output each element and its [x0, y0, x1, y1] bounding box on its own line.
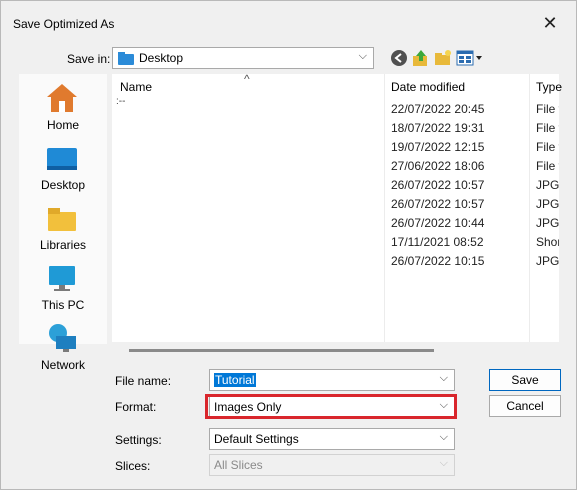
folder-desktop-icon — [118, 52, 134, 65]
format-label: Format: — [115, 400, 157, 414]
slices-dropdown: All Slices ⌵ — [209, 454, 455, 476]
table-row[interactable]: 17/11/2021 08:52Short — [112, 233, 559, 252]
back-icon[interactable] — [390, 49, 408, 67]
save-in-value: Desktop — [139, 51, 184, 65]
cancel-button[interactable]: Cancel — [489, 395, 561, 417]
places-bar: Home Desktop Libraries This PC Network — [19, 74, 107, 372]
sort-arrow-icon: ^ — [244, 72, 250, 86]
save-in-dropdown[interactable]: Desktop ⌵ — [112, 47, 374, 69]
new-folder-icon[interactable] — [434, 49, 452, 67]
title-bar: Save Optimized As ✕ — [1, 1, 576, 45]
column-header-type[interactable]: Type — [536, 80, 562, 94]
chevron-down-icon: ⌵ — [439, 431, 448, 443]
place-label: Libraries — [39, 238, 87, 252]
place-this-pc[interactable]: This PC — [19, 260, 107, 316]
save-in-label: Save in: — [67, 52, 111, 66]
horizontal-scrollbar[interactable] — [129, 349, 434, 352]
close-icon[interactable]: ✕ — [540, 13, 560, 33]
save-dialog: Save Optimized As ✕ Save in: Desktop ⌵ H… — [0, 0, 577, 490]
place-home[interactable]: Home — [19, 80, 107, 136]
table-row[interactable]: 26/07/2022 10:57JPG F — [112, 176, 559, 195]
slices-label: Slices: — [115, 459, 151, 473]
network-icon — [49, 324, 76, 352]
libraries-icon — [48, 208, 76, 231]
place-label: Home — [46, 118, 79, 132]
file-name-value: Tutorial — [214, 373, 256, 387]
table-row[interactable]: 18/07/2022 19:31File fo — [112, 119, 559, 138]
file-name-input[interactable]: Tutorial ⌵ — [209, 369, 455, 391]
desktop-icon — [47, 148, 77, 170]
place-libraries[interactable]: Libraries — [19, 200, 107, 256]
chevron-down-icon: ⌵ — [439, 457, 448, 469]
settings-label: Settings: — [115, 433, 162, 447]
settings-value: Default Settings — [214, 432, 299, 446]
file-list[interactable]: ^ Name Date modified Type :-- 22/07/2022… — [112, 72, 562, 342]
dialog-title: Save Optimized As — [13, 17, 115, 31]
place-label: This PC — [41, 298, 85, 312]
view-menu-icon[interactable] — [456, 49, 484, 67]
place-label: Network — [40, 358, 85, 372]
place-label: Desktop — [40, 178, 86, 192]
place-network[interactable]: Network — [19, 320, 107, 376]
table-row[interactable]: 19/07/2022 12:15File fo — [112, 138, 559, 157]
table-row[interactable]: 26/07/2022 10:44JPG F — [112, 214, 559, 233]
up-folder-icon[interactable] — [412, 49, 430, 67]
slices-value: All Slices — [214, 458, 263, 472]
column-header-date[interactable]: Date modified — [391, 80, 465, 94]
table-row[interactable]: 26/07/2022 10:57JPG F — [112, 195, 559, 214]
home-icon — [47, 84, 77, 112]
this-pc-icon — [49, 266, 75, 291]
table-row[interactable]: 22/07/2022 20:45File fo — [112, 100, 559, 119]
chevron-down-icon: ⌵ — [358, 50, 367, 62]
settings-dropdown[interactable]: Default Settings ⌵ — [209, 428, 455, 450]
place-desktop[interactable]: Desktop — [19, 140, 107, 196]
table-row[interactable]: 26/07/2022 10:15JPG F — [112, 252, 559, 271]
file-name-label: File name: — [115, 374, 172, 388]
highlight-box — [205, 394, 457, 419]
save-button[interactable]: Save — [489, 369, 561, 391]
table-row[interactable]: 27/06/2022 18:06File fo — [112, 157, 559, 176]
chevron-down-icon: ⌵ — [439, 372, 448, 384]
column-header-name[interactable]: Name — [120, 80, 152, 94]
